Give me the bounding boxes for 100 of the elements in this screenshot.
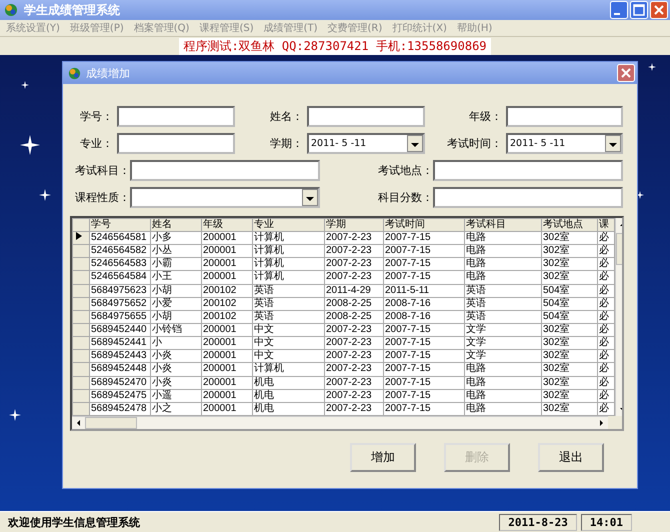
table-cell: 机电 [252,376,324,390]
table-cell: 计算机 [252,270,324,284]
dropdown-field[interactable]: 2011- 5 -11 [506,133,623,154]
table-cell: 电路 [464,232,542,245]
table-cell: 200001 [202,376,252,390]
table-cell: 200001 [202,244,252,258]
table-cell: 小炎 [150,362,202,376]
table-cell: 200001 [202,232,252,245]
table-cell: 2007-2-23 [324,389,384,402]
table-cell: 2011-4-29 [324,284,384,298]
status-date: 2011-8-23 [499,514,577,530]
table-cell: 302室 [542,336,598,350]
field-label: 考试科目： [74,163,130,178]
field-label: 年级： [468,109,503,124]
table-cell: 5689452441 [90,336,150,350]
table-cell: 504室 [542,297,598,310]
table-cell: 2007-2-23 [324,376,384,390]
table-cell: 英语 [252,284,324,298]
dialog-button[interactable]: 退出 [538,443,604,472]
table-cell: 计算机 [252,258,324,271]
field-label: 学号： [79,109,114,124]
table-cell: 电路 [464,389,542,402]
table-cell: 英语 [464,284,542,298]
table-cell: 2007-2-23 [324,323,384,337]
table-cell: 文学 [464,336,542,350]
table-cell: 小遥 [150,389,202,402]
table-cell: 小爱 [150,297,202,310]
table-cell: 200001 [202,270,252,284]
table-cell: 2007-2-23 [324,232,384,245]
column-header[interactable]: 课 [598,218,614,232]
table-cell: 2007-7-15 [384,389,464,402]
table-cell: 小炎 [150,376,202,390]
table-cell: 5246564582 [90,244,150,258]
table-cell: 2007-7-15 [384,232,464,245]
table-cell: 2007-7-15 [384,376,464,390]
table-cell: 电路 [464,376,542,390]
table-cell: 504室 [542,284,598,298]
table-cell: 英语 [252,297,324,310]
table-cell: 5684975655 [90,310,150,324]
table-cell: 2007-2-23 [324,258,384,271]
table-cell: 200102 [202,297,252,310]
column-header[interactable]: 学号 [90,218,150,232]
table-cell: 英语 [464,297,542,310]
table-cell: 2007-2-23 [324,336,384,350]
table-cell: 计算机 [252,362,324,376]
table-cell: 2007-7-15 [384,323,464,337]
table-cell: 302室 [542,244,598,258]
table-cell: 302室 [542,258,598,271]
table-cell: 5689452443 [90,350,150,363]
table-cell: 302室 [542,350,598,363]
table-cell: 5684975652 [90,297,150,310]
table-cell: 5246564583 [90,258,150,271]
table-cell: 中文 [252,336,324,350]
column-header[interactable]: 姓名 [150,218,202,232]
table-cell: 302室 [542,270,598,284]
table-cell: 2007-7-15 [384,336,464,350]
table-cell: 电路 [464,362,542,376]
table-cell: 2007-2-23 [324,350,384,363]
table-cell: 机电 [252,389,324,402]
table-cell: 5689452475 [90,389,150,402]
table-cell: 电路 [464,244,542,258]
column-header[interactable]: 考试时间 [384,218,464,232]
table-cell: 504室 [542,310,598,324]
table-cell: 200001 [202,323,252,337]
table-cell: 2007-7-15 [384,362,464,376]
table-cell: 2007-7-15 [384,244,464,258]
field-label: 专业： [79,136,114,151]
table-cell: 计算机 [252,232,324,245]
table-cell: 200001 [202,336,252,350]
table-cell: 302室 [542,362,598,376]
table-cell: 电路 [464,270,542,284]
table-cell: 文学 [464,350,542,363]
table-cell: 小丛 [150,244,202,258]
table-cell: 计算机 [252,244,324,258]
table-cell: 200001 [202,389,252,402]
table-cell: 200102 [202,310,252,324]
column-header[interactable]: 考试科目 [464,218,542,232]
column-header[interactable]: 年级 [202,218,252,232]
table-cell: 2007-2-23 [324,270,384,284]
field-label: 姓名： [269,109,304,124]
table-cell: 5689452440 [90,323,150,337]
table-cell: 2007-2-23 [324,362,384,376]
dialog-button[interactable]: 增加 [350,443,416,472]
table-cell: 200001 [202,350,252,363]
window-title: 学生成绩管理系统 [24,2,121,18]
table-cell: 英语 [252,310,324,324]
status-message: 欢迎使用学生信息管理系统 [8,514,141,530]
dialog-title: 成绩增加 [86,66,131,80]
table-cell: 2011-5-11 [384,284,464,298]
table-cell: 电路 [464,258,542,271]
table-cell: 小王 [150,270,202,284]
table-cell: 200102 [202,284,252,298]
status-time: 14:01 [580,514,632,530]
column-header[interactable]: 考试地点 [542,218,598,232]
column-header[interactable]: 专业 [252,218,324,232]
column-header[interactable]: 学期 [324,218,384,232]
table-cell: 302室 [542,323,598,337]
table-cell: 5689452470 [90,376,150,390]
dropdown-field[interactable]: 2011- 5 -11 [307,133,425,154]
table-cell: 2007-7-15 [384,270,464,284]
